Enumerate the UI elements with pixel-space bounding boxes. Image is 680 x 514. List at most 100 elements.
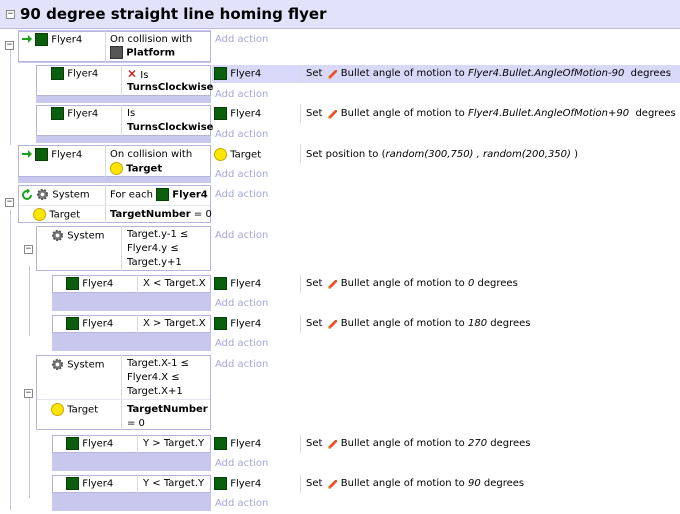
object-name: Flyer4	[51, 149, 83, 161]
divider	[137, 435, 138, 453]
action-unit: degrees	[490, 318, 531, 329]
collapse-group-toggle[interactable]: −	[6, 10, 15, 19]
add-action-link[interactable]: Add action	[215, 188, 268, 202]
divider	[121, 65, 122, 96]
tree-line	[10, 210, 11, 510]
action-verb: Set	[306, 68, 323, 79]
object-name: Target	[67, 404, 99, 416]
flyer4-icon	[156, 188, 170, 201]
action-object: Flyer4	[230, 478, 262, 490]
add-action-link[interactable]: Add action	[215, 457, 268, 471]
tree-line	[10, 50, 11, 145]
action-expression: Flyer4.Bullet.AngleOfMotion-90	[467, 68, 625, 79]
flyer4-icon	[214, 277, 227, 290]
condition-text: = 0	[127, 418, 145, 429]
divider	[137, 475, 138, 493]
flyer4-icon	[214, 67, 227, 80]
action-verb: Set	[306, 478, 323, 489]
target-icon	[214, 148, 227, 161]
object-name: Flyer4	[51, 34, 83, 46]
condition-param: TargetNumber	[110, 209, 191, 220]
add-action-link[interactable]: Add action	[215, 297, 268, 311]
divider	[300, 275, 301, 293]
collapse-toggle[interactable]: −	[5, 41, 14, 50]
divider	[121, 355, 122, 430]
condition-param: Target	[126, 163, 163, 175]
action-expression: 270	[467, 438, 488, 449]
condition-line: Flyer4.y ≤	[127, 243, 179, 254]
add-action-link[interactable]: Add action	[215, 88, 268, 102]
action-object: Flyer4	[230, 68, 262, 80]
action-unit: degrees	[490, 438, 531, 449]
action-verb: Set	[306, 438, 323, 449]
action-text: Bullet angle of motion to	[340, 438, 465, 449]
action-expression: 0	[467, 278, 475, 289]
collapse-toggle[interactable]: −	[24, 245, 33, 254]
object-name: Flyer4	[67, 108, 99, 120]
divider	[300, 435, 301, 453]
add-action-link[interactable]: Add action	[215, 229, 268, 243]
trigger-arrow-icon	[21, 33, 33, 50]
add-action-link[interactable]: Add action	[215, 168, 268, 182]
action-verb: Set	[306, 278, 323, 289]
divider	[105, 31, 106, 62]
divider	[19, 205, 210, 206]
bullet-behavior-icon	[327, 320, 337, 329]
action-object: Target	[230, 149, 262, 161]
trigger-arrow-icon	[21, 148, 33, 165]
bullet-behavior-icon	[327, 480, 337, 489]
action-expression: random(300,750) , random(200,350)	[385, 149, 571, 160]
condition-text: On collision with	[110, 34, 193, 45]
gear-icon	[37, 188, 49, 201]
add-action-link[interactable]: Add action	[215, 128, 268, 142]
action-unit: degrees	[477, 278, 518, 289]
flyer4-icon	[66, 317, 79, 330]
action-object: Flyer4	[230, 438, 262, 450]
divider	[137, 315, 138, 333]
system-label: System	[52, 189, 90, 201]
condition-line: Target.y+1	[127, 257, 182, 268]
action-verb: Set	[306, 108, 323, 119]
bullet-behavior-icon	[327, 110, 337, 119]
condition-text: = 0	[193, 209, 212, 220]
add-action-link[interactable]: Add action	[215, 33, 268, 47]
condition-line: Target.X+1	[127, 386, 183, 397]
action-text: Bullet angle of motion to	[340, 478, 465, 489]
tree-line	[29, 266, 30, 336]
flyer4-icon	[35, 148, 48, 161]
condition-text: Is	[127, 108, 136, 119]
add-action-link[interactable]: Add action	[215, 497, 268, 511]
flyer4-icon	[214, 477, 227, 490]
collapse-toggle[interactable]: −	[5, 198, 14, 207]
tree-line	[29, 398, 30, 498]
platform-icon	[110, 46, 123, 59]
condition-text: X > Target.X	[143, 318, 206, 329]
condition-text: Y < Target.Y	[143, 478, 205, 489]
object-name: Flyer4	[82, 478, 114, 490]
target-icon	[51, 403, 64, 416]
add-action-link[interactable]: Add action	[215, 337, 268, 351]
divider	[105, 145, 106, 177]
add-action-link[interactable]: Add action	[215, 358, 268, 372]
collapse-toggle[interactable]: −	[24, 389, 33, 398]
bullet-behavior-icon	[327, 440, 337, 449]
loop-icon	[22, 187, 32, 200]
object-name: Flyer4	[82, 278, 114, 290]
flyer4-icon	[66, 477, 79, 490]
divider	[300, 105, 301, 123]
bullet-behavior-icon	[327, 280, 337, 289]
action-text: Bullet angle of motion to	[340, 318, 465, 329]
gear-icon	[51, 229, 64, 242]
system-label: System	[67, 230, 105, 242]
divider	[105, 185, 106, 223]
flyer4-icon	[35, 33, 48, 46]
object-name: Flyer4	[82, 318, 114, 330]
divider	[300, 315, 301, 333]
object-name: Flyer4	[67, 68, 99, 80]
condition-text: Y > Target.Y	[143, 438, 205, 449]
gear-icon	[51, 358, 64, 371]
condition-text: Is	[140, 70, 149, 81]
system-label: System	[67, 359, 105, 371]
condition-text: For each	[110, 189, 153, 201]
action-expression: 90	[467, 478, 481, 489]
